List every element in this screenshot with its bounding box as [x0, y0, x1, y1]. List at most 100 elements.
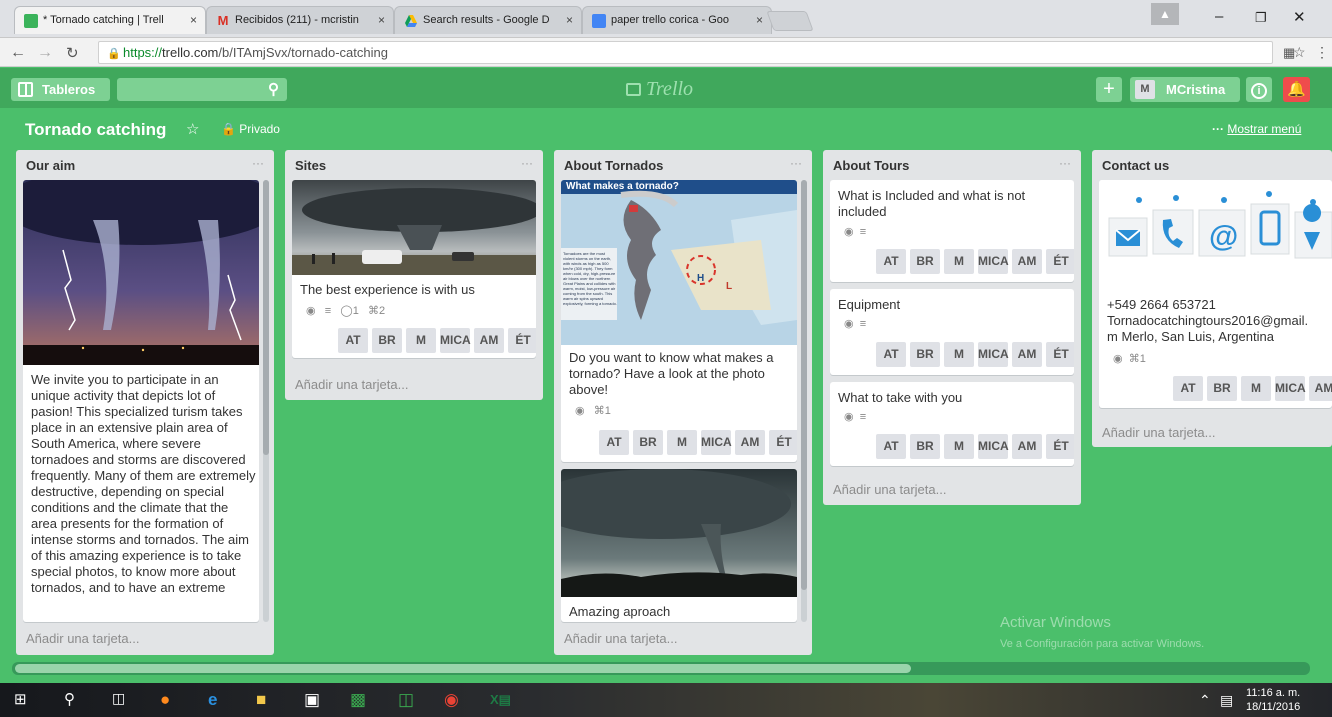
member-avatar[interactable]: ÉT	[1046, 434, 1074, 459]
member-avatar[interactable]: MICA	[978, 434, 1009, 459]
excel-icon[interactable]: X▤	[490, 692, 511, 708]
browser-menu-icon[interactable]: ⋮	[1315, 44, 1329, 61]
user-menu-button[interactable]: M MCristina	[1130, 77, 1240, 102]
list-scrollbar[interactable]	[801, 180, 807, 622]
member-avatar[interactable]: BR	[910, 249, 940, 274]
address-bar[interactable]: 🔒 https://trello.com/b/ITAmjSvx/tornado-…	[98, 41, 1273, 64]
add-card-button[interactable]: Añadir una tarjeta...	[295, 377, 408, 392]
member-avatar[interactable]: AM	[1309, 376, 1332, 401]
info-icon[interactable]: i	[1246, 77, 1272, 102]
maximize-window-icon[interactable]: ❐	[1255, 10, 1267, 26]
member-avatar[interactable]: MICA	[1275, 376, 1306, 401]
photos-app-icon[interactable]: ▩	[350, 690, 366, 710]
card-contact[interactable]: @ +549 2664 653721 Tornadocatchingtours2…	[1099, 180, 1332, 408]
list-scrollbar-thumb[interactable]	[801, 180, 807, 590]
list-menu-icon[interactable]: ···	[1059, 156, 1071, 170]
member-avatar[interactable]: M	[944, 249, 974, 274]
list-scrollbar[interactable]	[263, 180, 269, 622]
member-avatar[interactable]: AT	[876, 434, 906, 459]
notifications-bell-icon[interactable]: 🔔	[1283, 77, 1310, 102]
firefox-icon[interactable]: ●	[160, 690, 170, 710]
list-scrollbar-thumb[interactable]	[263, 180, 269, 455]
member-avatar[interactable]: M	[944, 342, 974, 367]
store-icon[interactable]: ▣	[304, 690, 320, 710]
member-avatar[interactable]: ÉT	[1046, 249, 1074, 274]
member-avatar[interactable]: ÉT	[769, 430, 797, 455]
document-app-icon[interactable]: ◫	[398, 690, 414, 710]
member-avatar[interactable]: M	[667, 430, 697, 455]
reload-icon[interactable]: ↻	[66, 44, 79, 62]
browser-tab-gmail[interactable]: M Recibidos (211) - mcristin ×	[206, 6, 394, 34]
member-avatar[interactable]: AM	[1012, 249, 1042, 274]
boards-button[interactable]: Tableros	[11, 78, 110, 101]
member-avatar[interactable]: AM	[735, 430, 765, 455]
chrome-icon[interactable]: ◉	[444, 690, 459, 710]
list-title[interactable]: Sites	[295, 158, 326, 173]
board-horizontal-scrollbar[interactable]	[12, 662, 1310, 675]
member-avatar[interactable]: AM	[1012, 434, 1042, 459]
member-avatar[interactable]: BR	[910, 434, 940, 459]
list-menu-icon[interactable]: ···	[790, 156, 802, 170]
member-avatar[interactable]: BR	[910, 342, 940, 367]
card-our-aim[interactable]: We invite you to participate in an uniqu…	[23, 180, 259, 622]
list-title[interactable]: Contact us	[1102, 158, 1169, 173]
card-amazing-aproach[interactable]: Amazing aproach	[561, 469, 797, 622]
browser-tab-trello[interactable]: * Tornado catching | Trell ×	[14, 6, 206, 34]
member-avatar[interactable]: BR	[372, 328, 402, 353]
show-hidden-icons-icon[interactable]: ⌃	[1199, 692, 1211, 709]
card-what-to-take[interactable]: What to take with you ◉ ≡ AT BR M MICA A…	[830, 382, 1074, 466]
member-avatar[interactable]: AM	[1012, 342, 1042, 367]
edge-icon[interactable]: e	[208, 690, 217, 710]
minimize-window-icon[interactable]: –	[1215, 8, 1223, 25]
card-equipment[interactable]: Equipment ◉ ≡ AT BR M MICA AM ÉT	[830, 289, 1074, 375]
star-board-icon[interactable]: ☆	[186, 120, 199, 138]
task-view-icon[interactable]: ◫	[112, 690, 125, 707]
member-avatar[interactable]: AT	[876, 342, 906, 367]
back-icon[interactable]: ←	[10, 44, 26, 62]
show-menu-button[interactable]: ··· Mostrar menú	[1212, 122, 1301, 136]
add-button[interactable]: +	[1096, 77, 1122, 102]
taskbar-search-icon[interactable]: ⚲	[64, 690, 75, 708]
member-avatar[interactable]: MICA	[978, 342, 1009, 367]
member-avatar[interactable]: AT	[599, 430, 629, 455]
bookmark-star-icon[interactable]: ☆	[1293, 44, 1306, 61]
list-title[interactable]: About Tornados	[564, 158, 663, 173]
list-title[interactable]: About Tours	[833, 158, 909, 173]
add-card-button[interactable]: Añadir una tarjeta...	[1102, 425, 1215, 440]
member-avatar[interactable]: MICA	[701, 430, 732, 455]
tab-close-icon[interactable]: ×	[566, 13, 573, 27]
taskbar-clock[interactable]: 11:16 a. m. 18/11/2016	[1246, 686, 1300, 714]
member-avatar[interactable]: ÉT	[508, 328, 536, 353]
member-avatar[interactable]: AM	[474, 328, 504, 353]
card-what-is-included[interactable]: What is Included and what is not include…	[830, 180, 1074, 282]
notifications-center-icon[interactable]: ▤	[1220, 692, 1233, 709]
member-avatar[interactable]: M	[944, 434, 974, 459]
search-input[interactable]: ⚲	[117, 78, 287, 101]
forward-icon[interactable]: →	[37, 44, 53, 62]
member-avatar[interactable]: M	[406, 328, 436, 353]
browser-tab-google-docs[interactable]: paper trello corica - Goo ×	[582, 6, 772, 34]
trello-logo[interactable]: Trello	[626, 78, 693, 101]
add-card-button[interactable]: Añadir una tarjeta...	[833, 482, 946, 497]
board-scrollbar-thumb[interactable]	[15, 664, 911, 673]
member-avatar[interactable]: MICA	[440, 328, 471, 353]
member-avatar[interactable]: MICA	[978, 249, 1009, 274]
browser-tab-google-drive[interactable]: Search results - Google D ×	[394, 6, 582, 34]
list-menu-icon[interactable]: ···	[252, 156, 264, 170]
add-card-button[interactable]: Añadir una tarjeta...	[26, 631, 139, 646]
member-avatar[interactable]: AT	[1173, 376, 1203, 401]
browser-profile-icon[interactable]: ▲	[1151, 3, 1179, 25]
tab-close-icon[interactable]: ×	[378, 13, 385, 27]
member-avatar[interactable]: BR	[633, 430, 663, 455]
member-avatar[interactable]: AT	[338, 328, 368, 353]
card-what-makes-tornado[interactable]: What makes a tornado? H L Tornadoes are …	[561, 180, 797, 462]
card-sites[interactable]: The best experience is with us ◉ ≡ ◯1 ⌘2…	[292, 180, 536, 358]
search-icon[interactable]: ⚲	[268, 80, 279, 98]
new-tab-button[interactable]	[766, 11, 814, 31]
visibility-button[interactable]: 🔒 Privado	[221, 122, 280, 136]
file-explorer-icon[interactable]: ■	[256, 690, 266, 710]
member-avatar[interactable]: M	[1241, 376, 1271, 401]
windows-start-icon[interactable]: ⊞	[14, 690, 27, 708]
tab-close-icon[interactable]: ×	[756, 13, 763, 27]
member-avatar[interactable]: AT	[876, 249, 906, 274]
